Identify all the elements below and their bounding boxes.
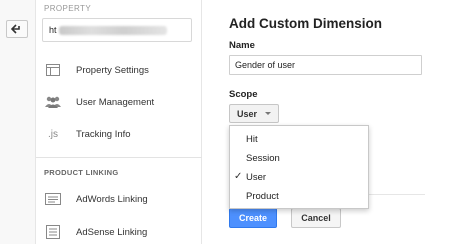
name-field[interactable] [229,55,422,75]
product-linking-heading: PRODUCT LINKING [44,168,119,177]
property-value: ht [49,25,57,35]
checkmark-icon: ✓ [234,171,243,182]
sidebar-item-adwords-linking[interactable]: AdWords Linking [36,186,202,212]
scope-label: Scope [229,89,258,100]
scope-option-user[interactable]: ✓ User [230,168,368,187]
js-icon: .js [48,128,58,140]
page-title: Add Custom Dimension [229,16,383,31]
create-button[interactable]: Create [229,208,277,228]
back-arrow-icon [11,24,20,34]
scope-option-session[interactable]: Session [230,149,368,168]
scope-selected-value: User [237,108,258,119]
property-label: PROPERTY [44,4,92,13]
option-label: Hit [246,134,258,145]
option-label: Product [246,191,279,202]
sidebar-item-user-management[interactable]: User Management [36,89,202,115]
sidebar-item-label: AdSense Linking [76,226,148,238]
adwords-icon [44,192,62,206]
sidebar-divider [36,157,202,158]
sidebar-item-label: AdWords Linking [76,193,148,205]
sidebar-item-label: User Management [76,96,155,108]
name-label: Name [229,40,255,51]
users-icon [44,95,62,109]
sidebar-item-adsense-linking[interactable]: AdSense Linking [36,219,202,244]
back-button[interactable] [6,20,28,38]
admin-sidebar: PROPERTY ht Property Settings User Manag… [36,0,202,244]
chevron-down-icon [265,112,271,115]
sidebar-item-label: Tracking Info [76,128,131,140]
property-settings-icon [44,63,62,77]
property-url-redacted [58,25,167,35]
sidebar-item-tracking-info[interactable]: .js Tracking Info [36,121,202,147]
option-label: User [246,172,267,183]
left-rail [0,0,36,244]
adsense-icon [44,225,62,239]
scope-select[interactable]: User [229,104,279,123]
cancel-button[interactable]: Cancel [291,208,341,228]
main-panel: Add Custom Dimension Name Scope User Hit… [203,0,450,244]
scope-option-product[interactable]: Product [230,187,368,206]
option-label: Session [246,153,280,164]
property-selector[interactable]: ht [42,18,192,42]
sidebar-item-label: Property Settings [76,64,149,76]
scope-dropdown-menu: Hit Session ✓ User Product [229,125,369,209]
scope-option-hit[interactable]: Hit [230,130,368,149]
sidebar-item-property-settings[interactable]: Property Settings [36,57,202,83]
